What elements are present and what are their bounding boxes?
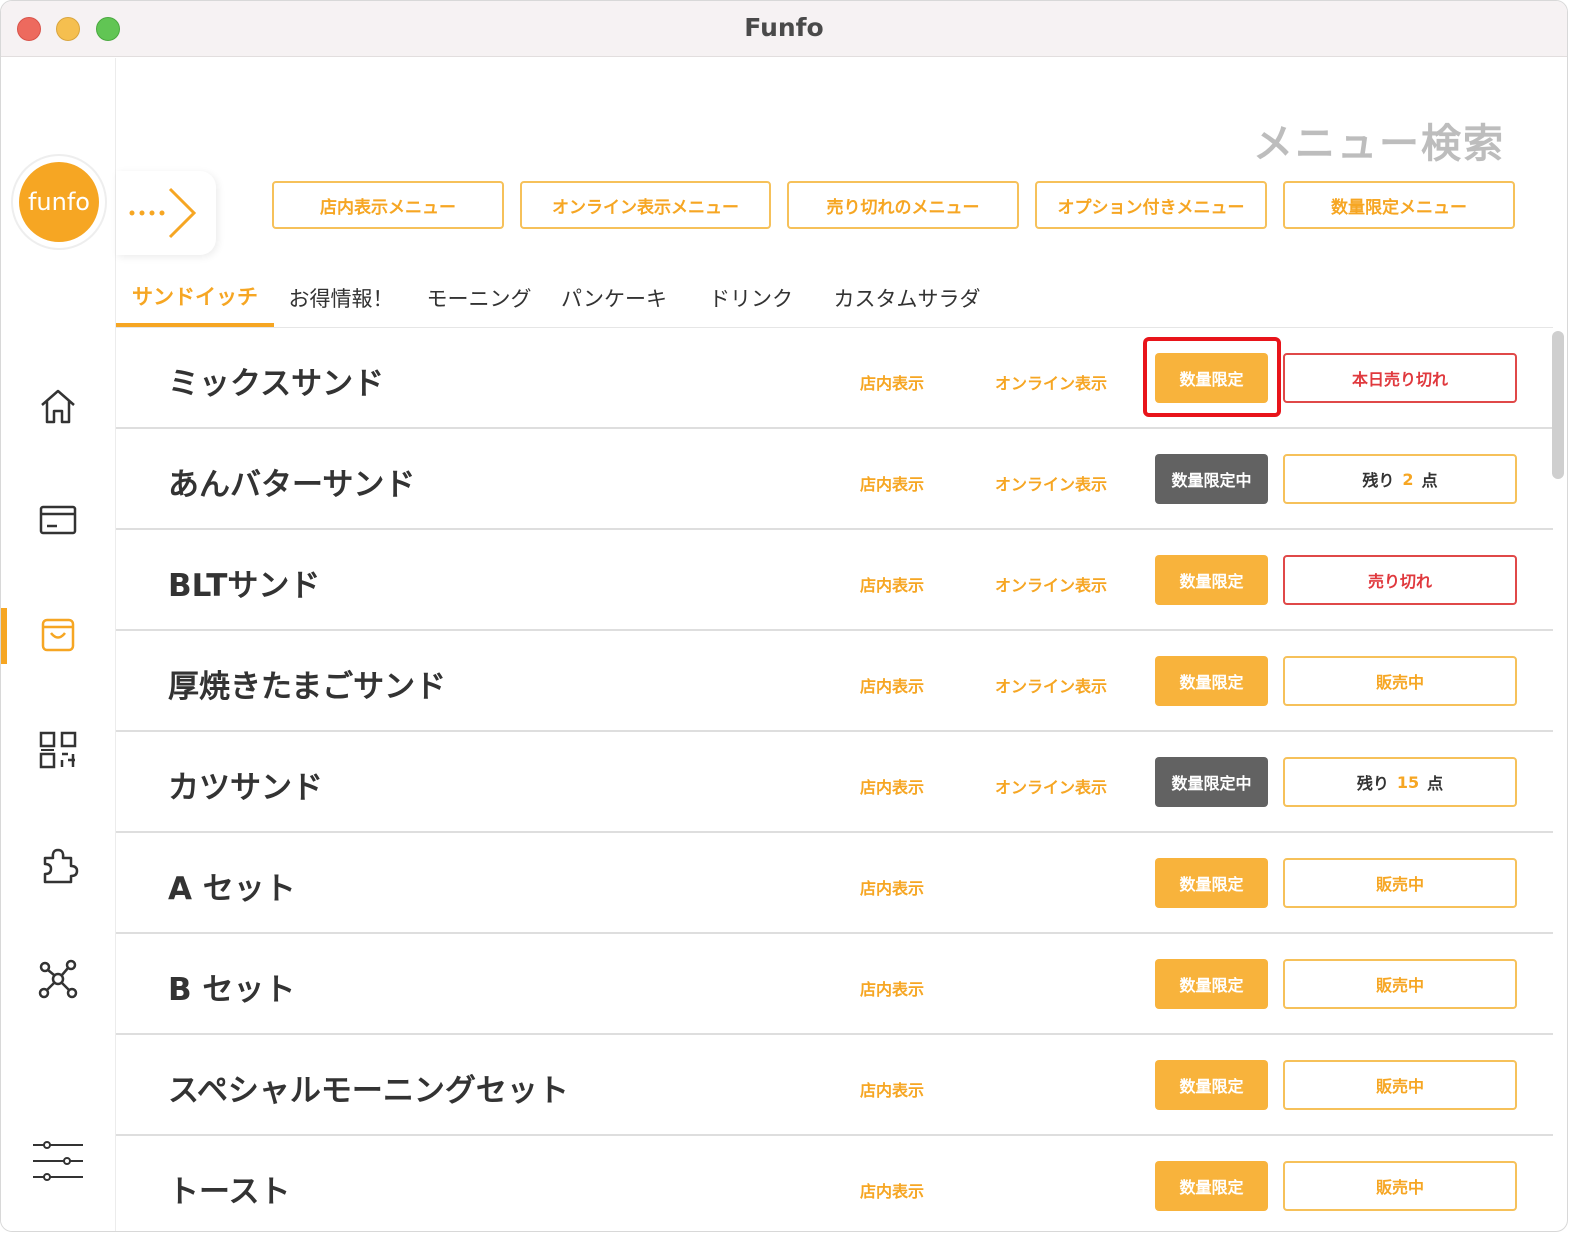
- title-bar: Funfo: [1, 1, 1567, 57]
- tab-custom-salad[interactable]: カスタムサラダ: [826, 269, 988, 327]
- list-item[interactable]: A セット 店内表示 数量限定 販売中: [116, 833, 1553, 934]
- status-button[interactable]: 本日売り切れ: [1283, 353, 1517, 403]
- settings-sliders-icon[interactable]: [31, 1138, 85, 1184]
- quantity-limit-button[interactable]: 数量限定: [1155, 656, 1268, 706]
- list-item[interactable]: スペシャルモーニングセット 店内表示 数量限定 販売中: [116, 1035, 1553, 1136]
- remaining-suffix: 点: [1427, 774, 1444, 793]
- remaining-suffix: 点: [1421, 471, 1438, 490]
- network-icon[interactable]: [35, 956, 81, 1002]
- store-display-toggle[interactable]: 店内表示: [860, 1077, 924, 1101]
- remaining-count: 15: [1396, 772, 1420, 792]
- remaining-count: 2: [1402, 469, 1414, 489]
- store-display-toggle[interactable]: 店内表示: [860, 471, 924, 495]
- card-icon[interactable]: [35, 497, 81, 543]
- item-name: あんバターサンド: [168, 467, 416, 503]
- tab-sandwich[interactable]: サンドイッチ: [116, 269, 274, 327]
- item-name: B セット: [168, 972, 296, 1008]
- item-name: BLTサンド: [168, 568, 321, 604]
- logo: funfo: [13, 156, 105, 248]
- quantity-limit-button[interactable]: 数量限定: [1155, 1060, 1268, 1110]
- status-button[interactable]: 販売中: [1283, 959, 1517, 1009]
- remaining-stock-button[interactable]: 残り 15 点: [1283, 757, 1517, 807]
- store-display-toggle[interactable]: 店内表示: [860, 1178, 924, 1202]
- logo-text: funfo: [19, 162, 99, 242]
- item-name: 厚焼きたまごサンド: [168, 669, 447, 705]
- shopping-bag-icon[interactable]: [35, 612, 81, 658]
- store-display-toggle[interactable]: 店内表示: [860, 673, 924, 697]
- expand-sidebar-button[interactable]: [116, 171, 216, 255]
- list-item[interactable]: トースト 店内表示 数量限定 販売中: [116, 1136, 1553, 1231]
- item-name: カツサンド: [168, 770, 323, 806]
- store-display-toggle[interactable]: 店内表示: [860, 976, 924, 1000]
- list-item[interactable]: BLTサンド 店内表示 オンライン表示 数量限定 売り切れ: [116, 530, 1553, 631]
- chevron-right-icon: [129, 187, 197, 239]
- list-item[interactable]: B セット 店内表示 数量限定 販売中: [116, 934, 1553, 1035]
- remaining-prefix: 残り: [1362, 471, 1395, 490]
- quantity-limit-button[interactable]: 数量限定: [1155, 959, 1268, 1009]
- quantity-limit-button[interactable]: 数量限定: [1155, 858, 1268, 908]
- store-display-toggle[interactable]: 店内表示: [860, 875, 924, 899]
- item-name: ミックスサンド: [168, 366, 385, 402]
- store-display-toggle[interactable]: 店内表示: [860, 774, 924, 798]
- puzzle-icon[interactable]: [35, 842, 81, 888]
- remaining-stock-button[interactable]: 残り 2 点: [1283, 454, 1517, 504]
- app-window: Funfo funfo メニュー検索 店内表示メニュー オンライン表示メニュー …: [0, 0, 1568, 1232]
- list-item[interactable]: カツサンド 店内表示 オンライン表示 数量限定中 残り 15 点: [116, 732, 1553, 833]
- status-button[interactable]: 販売中: [1283, 1161, 1517, 1211]
- online-display-toggle[interactable]: オンライン表示: [995, 572, 1107, 596]
- list-item[interactable]: 厚焼きたまごサンド 店内表示 オンライン表示 数量限定 販売中: [116, 631, 1553, 732]
- filter-online-menu-button[interactable]: オンライン表示メニュー: [520, 181, 771, 229]
- menu-list: ミックスサンド 店内表示 オンライン表示 数量限定 本日売り切れ あんバターサン…: [116, 327, 1553, 1231]
- store-display-toggle[interactable]: 店内表示: [860, 370, 924, 394]
- tab-pancake[interactable]: パンケーキ: [552, 269, 676, 327]
- filter-soldout-menu-button[interactable]: 売り切れのメニュー: [787, 181, 1019, 229]
- list-item[interactable]: ミックスサンド 店内表示 オンライン表示 数量限定 本日売り切れ: [116, 328, 1553, 429]
- online-display-toggle[interactable]: オンライン表示: [995, 774, 1107, 798]
- online-display-toggle[interactable]: オンライン表示: [995, 370, 1107, 394]
- scrollbar[interactable]: [1552, 331, 1564, 479]
- quantity-limit-button[interactable]: 数量限定中: [1155, 454, 1268, 504]
- status-button[interactable]: 販売中: [1283, 1060, 1517, 1110]
- filter-option-menu-button[interactable]: オプション付きメニュー: [1035, 181, 1267, 229]
- online-display-toggle[interactable]: オンライン表示: [995, 673, 1107, 697]
- home-icon[interactable]: [35, 383, 81, 429]
- item-name: A セット: [168, 871, 296, 907]
- list-item[interactable]: あんバターサンド 店内表示 オンライン表示 数量限定中 残り 2 点: [116, 429, 1553, 530]
- item-name: トースト: [168, 1174, 291, 1210]
- active-nav-indicator: [1, 608, 7, 664]
- status-button[interactable]: 販売中: [1283, 656, 1517, 706]
- quantity-limit-button[interactable]: 数量限定中: [1155, 757, 1268, 807]
- online-display-toggle[interactable]: オンライン表示: [995, 471, 1107, 495]
- quantity-limit-button[interactable]: 数量限定: [1155, 353, 1268, 403]
- filter-limited-menu-button[interactable]: 数量限定メニュー: [1283, 181, 1515, 229]
- status-button[interactable]: 売り切れ: [1283, 555, 1517, 605]
- window-title: Funfo: [744, 13, 824, 42]
- filter-store-menu-button[interactable]: 店内表示メニュー: [272, 181, 504, 229]
- sidebar: funfo: [1, 58, 116, 1231]
- qr-code-icon[interactable]: [35, 727, 81, 773]
- store-display-toggle[interactable]: 店内表示: [860, 572, 924, 596]
- item-name: スペシャルモーニングセット: [168, 1073, 569, 1109]
- quantity-limit-button[interactable]: 数量限定: [1155, 555, 1268, 605]
- status-button[interactable]: 販売中: [1283, 858, 1517, 908]
- remaining-prefix: 残り: [1356, 774, 1389, 793]
- tab-drink[interactable]: ドリンク: [694, 269, 808, 327]
- tab-morning[interactable]: モーニング: [416, 269, 542, 327]
- quantity-limit-button[interactable]: 数量限定: [1155, 1161, 1268, 1211]
- tab-deals[interactable]: お得情報！: [282, 269, 400, 327]
- page-title: メニュー検索: [1253, 121, 1505, 167]
